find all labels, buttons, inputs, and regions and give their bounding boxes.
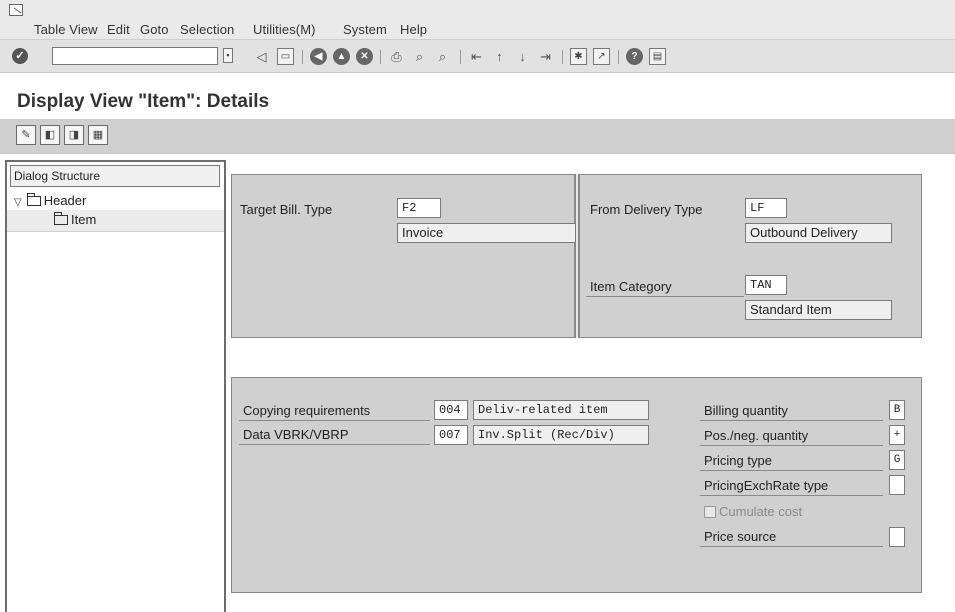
save-icon[interactable]: ▭	[277, 48, 294, 65]
next-entry-icon[interactable]: ◨	[64, 125, 84, 145]
toolbar-separator	[460, 50, 461, 64]
pos-neg-quantity-label: Pos./neg. quantity	[700, 426, 883, 446]
menu-system[interactable]: System	[343, 22, 387, 37]
next-page-icon[interactable]: ↓	[514, 48, 531, 65]
command-history-icon[interactable]: ▪	[223, 48, 233, 63]
menu-selection[interactable]: Selection	[180, 22, 234, 37]
folder-icon	[26, 192, 41, 206]
from-delivery-type-description: Outbound Delivery	[745, 223, 892, 243]
variable-list-icon[interactable]: ▦	[88, 125, 108, 145]
target-bill-type-label: Target Bill. Type	[240, 202, 333, 217]
display-change-icon[interactable]: ✎	[16, 125, 36, 145]
find-next-icon[interactable]: ⌕	[434, 48, 451, 65]
cumulate-cost-row: Cumulate cost	[704, 504, 802, 519]
first-page-icon[interactable]: ⇤	[468, 48, 485, 65]
pricing-exch-rate-type-field[interactable]	[889, 475, 905, 495]
pricing-exch-rate-type-label: PricingExchRate type	[700, 476, 883, 496]
menu-edit[interactable]: Edit	[107, 22, 130, 37]
target-bill-type-description: Invoice	[397, 223, 576, 243]
copying-requirements-description: Deliv-related item	[473, 400, 649, 420]
item-category-label: Item Category	[586, 277, 744, 297]
menu-table-view[interactable]: Table View	[34, 22, 98, 37]
copying-requirements-field[interactable]: 004	[434, 400, 468, 420]
billing-quantity-label: Billing quantity	[700, 401, 883, 421]
from-delivery-type-field[interactable]: LF	[745, 198, 787, 218]
tree-node-item[interactable]: Item	[7, 210, 224, 232]
dialog-structure-header: Dialog Structure	[10, 165, 220, 187]
previous-entry-icon[interactable]: ◧	[40, 125, 60, 145]
cumulate-cost-checkbox[interactable]	[704, 505, 716, 518]
pricing-type-field[interactable]: G	[889, 450, 905, 470]
menu-bar: Table View Edit Goto Selection Utilities…	[0, 0, 955, 40]
standard-toolbar: ✓ ▪ ◁ ▭ ◀ ▲ ✕ ⎙ ⌕ ⌕ ⇤ ↑ ↓ ⇥ ✱ ↗ ? ▤	[0, 40, 955, 73]
open-folder-icon	[54, 211, 68, 225]
data-vbrk-vbrp-description: Inv.Split (Rec/Div)	[473, 425, 649, 445]
menu-goto[interactable]: Goto	[140, 22, 169, 37]
page-title: Display View "Item": Details	[17, 91, 270, 112]
price-source-label: Price source	[700, 527, 883, 547]
create-shortcut-icon[interactable]: ↗	[593, 48, 610, 65]
pricing-type-label: Pricing type	[700, 451, 883, 471]
back-round-icon[interactable]: ◀	[310, 48, 327, 65]
help-icon[interactable]: ?	[626, 48, 643, 65]
back-icon[interactable]: ◁	[253, 48, 270, 65]
billing-quantity-field[interactable]: B	[889, 400, 905, 420]
detail-content: Target Bill. Type F2 Invoice From Delive…	[228, 160, 955, 612]
from-delivery-type-label: From Delivery Type	[590, 202, 703, 217]
tree-node-header[interactable]: ▽ Header	[7, 192, 224, 210]
enter-icon[interactable]: ✓	[12, 48, 28, 64]
menu-utilities[interactable]: Utilities(M)	[253, 22, 316, 37]
copying-requirements-label: Copying requirements	[239, 401, 430, 421]
toolbar-separator	[562, 50, 563, 64]
price-source-field[interactable]	[889, 527, 905, 547]
toolbar-separator	[380, 50, 381, 64]
dialog-structure-panel: Dialog Structure ▽ Header Item	[5, 160, 226, 612]
last-page-icon[interactable]: ⇥	[537, 48, 554, 65]
data-vbrk-vbrp-field[interactable]: 007	[434, 425, 468, 445]
system-menu-icon[interactable]	[9, 4, 23, 16]
cancel-icon[interactable]: ✕	[356, 48, 373, 65]
menu-help[interactable]: Help	[400, 22, 427, 37]
find-icon[interactable]: ⌕	[411, 48, 428, 65]
previous-page-icon[interactable]: ↑	[491, 48, 508, 65]
tree-node-label: Item	[71, 212, 97, 227]
print-icon[interactable]: ⎙	[388, 48, 405, 65]
data-vbrk-vbrp-label: Data VBRK/VBRP	[239, 425, 430, 445]
pos-neg-quantity-field[interactable]: +	[889, 425, 905, 445]
command-field[interactable]	[52, 47, 218, 65]
item-category-field[interactable]: TAN	[745, 275, 787, 295]
item-category-description: Standard Item	[745, 300, 892, 320]
toolbar-separator	[302, 50, 303, 64]
create-session-icon[interactable]: ✱	[570, 48, 587, 65]
target-bill-type-field[interactable]: F2	[397, 198, 441, 218]
application-toolbar	[0, 119, 955, 154]
exit-icon[interactable]: ▲	[333, 48, 350, 65]
cumulate-cost-label: Cumulate cost	[719, 504, 803, 519]
tree-node-label: Header	[43, 193, 87, 208]
toolbar-separator	[618, 50, 619, 64]
layout-menu-icon[interactable]: ▤	[649, 48, 666, 65]
